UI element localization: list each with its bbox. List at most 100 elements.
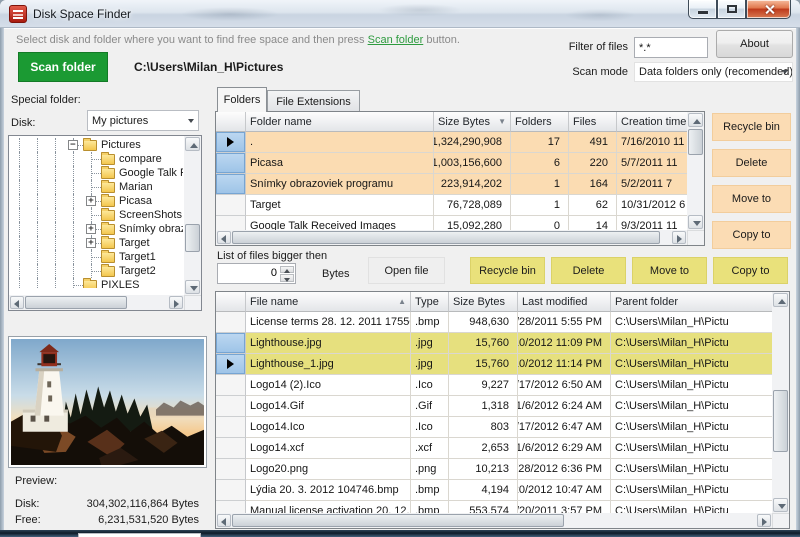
column-header-size-bytes[interactable]: Size Bytes: [449, 292, 518, 312]
scroll-up-icon[interactable]: [688, 113, 703, 127]
scrollbar-thumb[interactable]: [232, 231, 660, 244]
about-button[interactable]: About: [716, 30, 793, 58]
row-header-cell[interactable]: [216, 216, 246, 230]
expander-minus-icon[interactable]: −: [68, 140, 78, 150]
tree-item-target1[interactable]: Target1: [10, 249, 183, 264]
scroll-right-icon[interactable]: [757, 514, 771, 527]
scroll-left-icon[interactable]: [217, 231, 231, 244]
tree-expander[interactable]: +: [82, 222, 101, 236]
tree-item-target2[interactable]: Target2: [10, 263, 183, 278]
tab-folders[interactable]: Folders: [217, 87, 267, 112]
column-header-size-bytes[interactable]: Size Bytes ▼: [434, 112, 511, 132]
scan-mode-select[interactable]: Data folders only (recomended): [634, 62, 793, 82]
expander-plus-icon[interactable]: +: [86, 238, 96, 248]
row-header-cell[interactable]: [216, 438, 246, 459]
table-row[interactable]: Snímky obrazoviek programu 223,914,202 1 16…: [216, 174, 687, 195]
column-header-files[interactable]: Files: [569, 112, 617, 132]
column-header-file-name[interactable]: File name ▲: [246, 292, 411, 312]
row-header-cell[interactable]: [216, 195, 246, 216]
scroll-left-icon[interactable]: [10, 296, 24, 309]
row-header-cell[interactable]: [216, 132, 246, 153]
folders-horizontal-scrollbar[interactable]: [216, 230, 687, 245]
file-copy-to-button[interactable]: Copy to: [713, 257, 788, 284]
column-header-folder-name[interactable]: Folder name: [246, 112, 434, 132]
table-row[interactable]: Logo20.png.png10,21311/28/2012 6:36 PMC:…: [216, 459, 772, 480]
tree-expander[interactable]: +: [82, 236, 101, 250]
scroll-up-icon[interactable]: [185, 137, 200, 151]
stepper-down-icon[interactable]: [280, 274, 294, 282]
table-row[interactable]: . 1,324,290,908 17 491 7/16/2010 11: [216, 132, 687, 153]
folder-copy-to-button[interactable]: Copy to: [712, 221, 791, 249]
scan-folder-link[interactable]: Scan folder: [368, 34, 424, 46]
table-row[interactable]: Logo14 (2).Ico.Ico9,22711/17/2012 6:50 A…: [216, 375, 772, 396]
scroll-right-icon[interactable]: [672, 231, 686, 244]
table-row[interactable]: Logo14.Ico.Ico80311/17/2012 6:47 AMC:\Us…: [216, 417, 772, 438]
table-row[interactable]: Google Talk Received Images 15,092,280 0 14…: [216, 216, 687, 230]
column-header-last-modified[interactable]: Last modified: [518, 292, 611, 312]
tree-item-sn-mky-obrazov[interactable]: + Snímky obrazov: [10, 221, 183, 236]
folder-recycle-bin-button[interactable]: Recycle bin: [712, 113, 791, 141]
open-file-button[interactable]: Open file: [368, 257, 445, 284]
scrollbar-thumb[interactable]: [25, 296, 127, 309]
table-row[interactable]: Lighthouse.jpg.jpg15,76011/10/2012 11:09…: [216, 333, 772, 354]
files-vertical-scrollbar[interactable]: [772, 292, 789, 513]
tree-vertical-scrollbar[interactable]: [184, 136, 201, 295]
tree-horizontal-scrollbar[interactable]: [9, 295, 184, 310]
row-header-cell[interactable]: [216, 333, 246, 354]
tab-file-extensions[interactable]: File Extensions: [267, 90, 360, 112]
row-header-cell[interactable]: [216, 153, 246, 174]
folders-vertical-scrollbar[interactable]: [687, 112, 704, 230]
table-row[interactable]: Logo14.Gif .Gif 1,318 11/6/2012 6:24 AM C:\U…: [216, 396, 772, 417]
special-folder-select[interactable]: My pictures: [87, 110, 199, 131]
column-header-folders[interactable]: Folders: [511, 112, 569, 132]
tree-expander[interactable]: +: [82, 194, 101, 208]
tree-expander[interactable]: −: [64, 138, 83, 152]
table-row[interactable]: Target 76,728,089 1 62 10/31/2012 6: [216, 195, 687, 216]
folder-delete-button[interactable]: Delete: [712, 149, 791, 177]
folder-move-to-button[interactable]: Move to: [712, 185, 791, 213]
scroll-left-icon[interactable]: [217, 514, 231, 527]
table-row[interactable]: Picasa 1,003,156,600 6 220 5/7/2011 11: [216, 153, 687, 174]
scroll-down-icon[interactable]: [185, 280, 200, 294]
row-header-cell[interactable]: [216, 417, 246, 438]
tree-item-compare[interactable]: compare: [10, 151, 183, 166]
expander-plus-icon[interactable]: +: [86, 196, 96, 206]
file-delete-button[interactable]: Delete: [551, 257, 626, 284]
column-header-parent-folder[interactable]: Parent folder: [611, 292, 772, 312]
row-header-cell[interactable]: [216, 480, 246, 501]
row-header-cell[interactable]: [216, 375, 246, 396]
row-header-cell[interactable]: [216, 501, 246, 513]
tree-item-target[interactable]: + Target: [10, 235, 183, 250]
tree-item-picasa[interactable]: + Picasa: [10, 193, 183, 208]
preview-size-select[interactable]: Small: [78, 533, 201, 537]
maximize-button[interactable]: [717, 0, 746, 19]
stepper-up-icon[interactable]: [280, 265, 294, 273]
title-bar[interactable]: Disk Space Finder: [0, 0, 800, 28]
scrollbar-thumb[interactable]: [688, 129, 703, 155]
tree-item-pixles[interactable]: PIXLES: [10, 277, 183, 288]
table-row[interactable]: Lýdia 20. 3. 2012 104746.bmp.bmp4,1943/2…: [216, 480, 772, 501]
scrollbar-thumb[interactable]: [185, 224, 200, 252]
scrollbar-thumb[interactable]: [773, 390, 788, 452]
scrollbar-thumb[interactable]: [232, 514, 564, 527]
scroll-right-icon[interactable]: [169, 296, 183, 309]
scroll-up-icon[interactable]: [773, 293, 788, 307]
file-recycle-bin-button[interactable]: Recycle bin: [470, 257, 545, 284]
row-header-cell[interactable]: [216, 174, 246, 195]
expander-plus-icon[interactable]: +: [86, 224, 96, 234]
close-button[interactable]: [746, 0, 791, 19]
file-move-to-button[interactable]: Move to: [632, 257, 707, 284]
column-header-type[interactable]: Type: [411, 292, 449, 312]
row-header-cell[interactable]: [216, 396, 246, 417]
column-header-creation-time[interactable]: Creation time: [617, 112, 687, 132]
scroll-down-icon[interactable]: [773, 498, 788, 512]
table-row[interactable]: Logo14.xcf .xcf 2,653 11/6/2012 6:29 AM C:\U…: [216, 438, 772, 459]
folder-tree[interactable]: − Pictures compare Google Talk Re Marian + Pic…: [8, 135, 202, 311]
files-horizontal-scrollbar[interactable]: [216, 513, 772, 528]
size-threshold-stepper[interactable]: 0: [217, 263, 296, 284]
row-header-cell[interactable]: [216, 459, 246, 480]
table-row[interactable]: Manual license activation 20. 12. 2011..…: [216, 501, 772, 513]
table-row[interactable]: Lighthouse_1.jpg.jpg15,76011/10/2012 11:…: [216, 354, 772, 375]
tree-item-screenshots[interactable]: ScreenShots: [10, 207, 183, 222]
filter-input[interactable]: [634, 37, 708, 58]
